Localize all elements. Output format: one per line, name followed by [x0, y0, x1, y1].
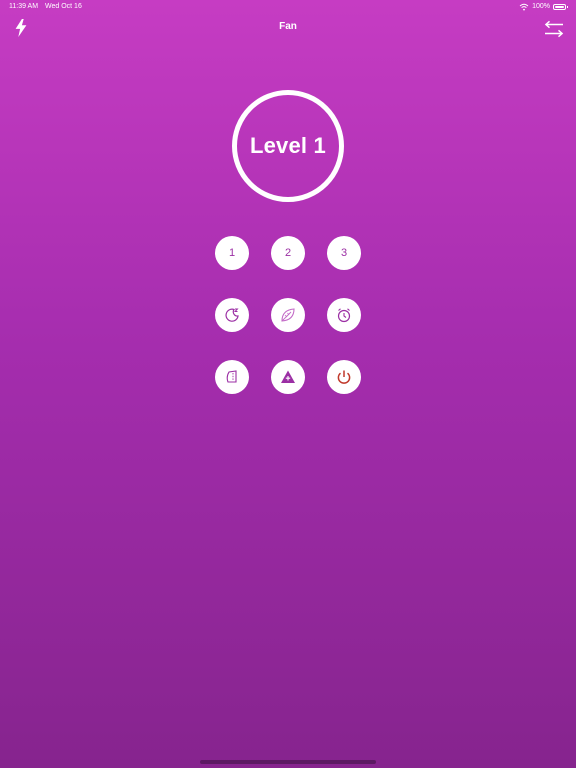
sleep-mode-button[interactable] [215, 298, 249, 332]
speed-1-button[interactable]: 1 [215, 236, 249, 270]
power-button[interactable] [327, 360, 361, 394]
swing-button[interactable] [215, 360, 249, 394]
home-indicator[interactable] [200, 760, 376, 764]
timer-button[interactable] [327, 298, 361, 332]
speed-3-label: 3 [340, 247, 348, 259]
eco-mode-button[interactable] [271, 298, 305, 332]
speed-1-label: 1 [228, 247, 236, 259]
status-bar: 11:39 AM Wed Oct 16 100% [0, 0, 576, 14]
battery-percent: 100% [532, 3, 550, 10]
status-time: 11:39 AM [9, 3, 39, 10]
page-title: Fan [279, 21, 297, 32]
power-icon [337, 370, 351, 384]
swing-icon [226, 370, 237, 383]
sleep-moon-icon [225, 308, 239, 322]
control-grid: 1 2 3 [214, 236, 362, 396]
leaf-eco-icon [281, 308, 295, 322]
level-label: Level 1 [249, 133, 326, 158]
temperature-up-icon [281, 370, 295, 383]
speed-2-label: 2 [284, 247, 292, 259]
alarm-timer-icon [337, 308, 351, 323]
level-indicator: Level 1 [232, 90, 344, 202]
battery-icon [553, 4, 568, 10]
speed-2-button[interactable]: 2 [271, 236, 305, 270]
nav-bar: Fan [0, 14, 576, 44]
swap-arrows-icon [544, 20, 564, 38]
wifi-icon [519, 3, 529, 11]
speed-3-button[interactable]: 3 [327, 236, 361, 270]
status-date: Wed Oct 16 [45, 3, 82, 10]
swap-button[interactable] [542, 18, 566, 40]
status-right: 100% [519, 0, 568, 14]
temperature-button[interactable] [271, 360, 305, 394]
